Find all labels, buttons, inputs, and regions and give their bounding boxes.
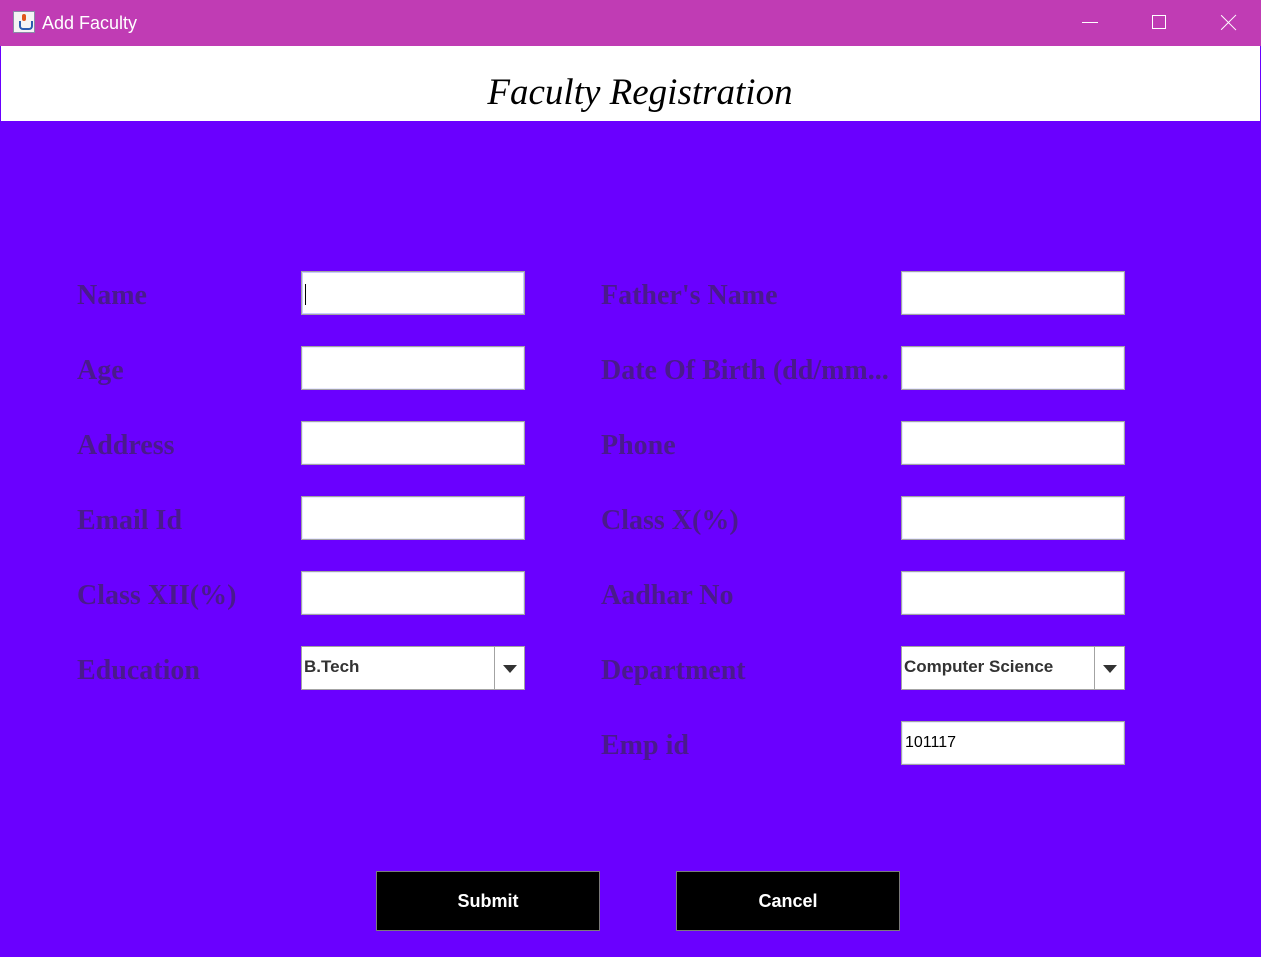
form-header: Faculty Registration: [1, 46, 1260, 121]
education-select[interactable]: B.Tech: [301, 646, 525, 690]
name-label: Name: [77, 280, 147, 311]
name-input[interactable]: [301, 271, 525, 315]
dob-input[interactable]: [901, 346, 1125, 390]
cancel-button[interactable]: Cancel: [676, 871, 900, 931]
father-name-input[interactable]: [901, 271, 1125, 315]
email-label: Email Id: [77, 505, 183, 536]
window-titlebar: Add Faculty: [0, 0, 1261, 46]
close-button[interactable]: [1194, 0, 1261, 46]
chevron-down-icon: [1103, 665, 1117, 673]
age-label: Age: [77, 355, 124, 386]
maximize-button[interactable]: [1124, 0, 1194, 46]
email-input[interactable]: [301, 496, 525, 540]
chevron-down-icon: [503, 665, 517, 673]
father-name-label: Father's Name: [601, 280, 778, 311]
education-label: Education: [77, 655, 200, 686]
aadhar-input[interactable]: [901, 571, 1125, 615]
age-input[interactable]: [301, 346, 525, 390]
department-label: Department: [601, 655, 746, 686]
class10-input[interactable]: [901, 496, 1125, 540]
department-dropdown-button[interactable]: [1094, 647, 1124, 689]
java-cup-icon: [13, 11, 35, 33]
department-select[interactable]: Computer Science: [901, 646, 1125, 690]
maximize-icon: [1152, 15, 1166, 29]
submit-button[interactable]: Submit: [376, 871, 600, 931]
phone-input[interactable]: [901, 421, 1125, 465]
minimize-button[interactable]: [1055, 0, 1125, 46]
address-input[interactable]: [301, 421, 525, 465]
close-icon: [1221, 14, 1237, 30]
dob-label: Date Of Birth (dd/mm...: [601, 355, 889, 386]
class12-input[interactable]: [301, 571, 525, 615]
department-selected-value: Computer Science: [904, 657, 1054, 676]
window-title: Add Faculty: [42, 13, 138, 33]
address-label: Address: [77, 430, 175, 461]
aadhar-label: Aadhar No: [601, 580, 734, 611]
class10-label: Class X(%): [601, 505, 739, 536]
education-dropdown-button[interactable]: [494, 647, 524, 689]
minimize-icon: [1082, 22, 1098, 23]
education-selected-value: B.Tech: [304, 657, 360, 676]
empid-input[interactable]: [901, 721, 1125, 765]
class12-label: Class XII(%): [77, 580, 237, 611]
phone-label: Phone: [601, 430, 676, 461]
page-title: Faculty Registration: [487, 72, 793, 113]
text-caret: [305, 284, 306, 305]
empid-label: Emp id: [601, 730, 689, 761]
